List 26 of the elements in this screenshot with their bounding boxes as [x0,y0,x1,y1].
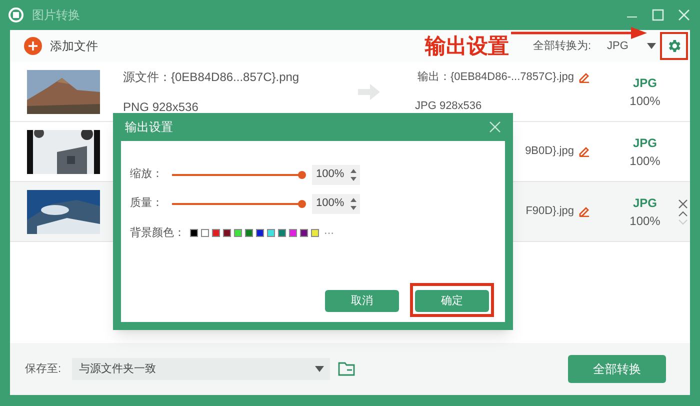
format-label: JPG [632,194,657,212]
convert-all-label: 全部转换为: [532,38,591,54]
format-label: JPG [632,74,657,92]
background-color-label: 背景颜色： [130,226,185,241]
callout-text: 输出设置 [424,36,509,56]
slider-label: 质量： [130,196,164,212]
slider-label: 缩放： [130,166,164,182]
quality-label: 100% [630,212,660,230]
output-filename: 输出：{0EB84D86-...7857C}.jpg [417,70,574,85]
format-label: JPG [632,134,657,152]
convert-all-format[interactable]: JPG [607,38,647,54]
output-filename: F90D}.jpg [526,204,574,220]
add-file-button[interactable]: 添加文件 [24,37,98,55]
save-path-dropdown[interactable]: 与源文件夹一致 [72,358,330,380]
value-spinner[interactable]: 100% [312,164,360,184]
source-filename: 源文件：{0EB84D86...857C}.png [123,68,300,86]
value-spinner[interactable]: 100% [312,194,360,214]
source-info: PNG 928x536 [123,98,200,116]
window-title: 图片转换 [32,7,80,24]
quality-label: 100% [630,92,660,110]
dialog-title: 输出设置 [125,119,173,136]
quality-label: 100% [630,152,660,170]
output-info: JPG 928x536 [415,98,483,114]
save-to-label: 保存至: [25,362,62,377]
output-filename: 9B0D}.jpg [525,144,574,160]
more-colors[interactable]: ··· [324,226,334,240]
